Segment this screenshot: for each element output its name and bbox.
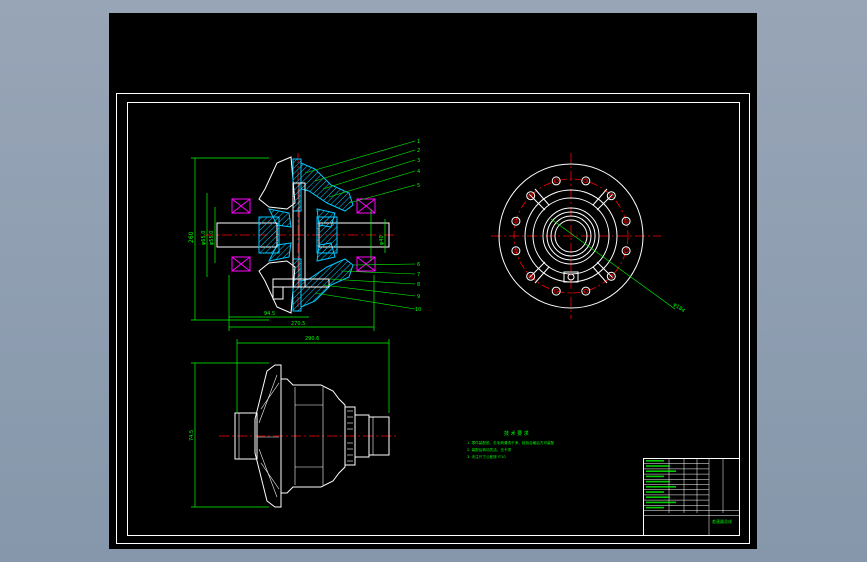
bolt-hole-center bbox=[553, 178, 559, 184]
title-block-entry bbox=[646, 480, 670, 483]
part-number-4: 4 bbox=[417, 169, 420, 175]
part-number-3: 3 bbox=[417, 158, 420, 164]
dim-total-height: 260 bbox=[188, 231, 195, 243]
part-number-2: 2 bbox=[417, 148, 420, 154]
notes-title: 技 术 要 求 bbox=[504, 430, 529, 437]
title-block-entry bbox=[646, 486, 676, 488]
dim-shaft-dia-2: φ55.0 bbox=[209, 231, 215, 245]
title-block-entry bbox=[646, 475, 664, 478]
dim-shaft-dia-1: φ65.0 bbox=[201, 231, 207, 245]
part-number-1: 1 bbox=[417, 139, 420, 145]
part-number-5: 5 bbox=[417, 183, 420, 189]
bolt-hole bbox=[551, 176, 561, 186]
bolt-hole bbox=[581, 286, 591, 296]
title-block-entry bbox=[646, 465, 670, 467]
title-block: 差速器总成 bbox=[643, 458, 740, 536]
dim-front-height: 74.5 bbox=[189, 430, 195, 441]
part-number-8: 8 bbox=[417, 282, 420, 288]
title-block-entry bbox=[646, 501, 676, 504]
title-block-drawing-name: 差速器总成 bbox=[712, 518, 732, 524]
dim-front-width: 290.6 bbox=[305, 336, 319, 342]
part-number-6: 6 bbox=[417, 262, 420, 268]
dim-left-width: 94.5 bbox=[264, 311, 275, 317]
dim-bolt-circle: φ184 bbox=[672, 302, 686, 314]
drawing-canvas[interactable]: 260 φ65.0 φ55.0 φ40 94.5 270.5 1 2 3 4 5… bbox=[109, 13, 757, 549]
dim-shaft-dia-3: φ40 bbox=[379, 235, 385, 245]
part-number-7: 7 bbox=[417, 272, 420, 278]
part-number-10: 10 bbox=[415, 307, 421, 313]
front-view: 290.6 74.5 bbox=[189, 336, 399, 508]
bolt-hole bbox=[621, 246, 631, 256]
title-block-entry bbox=[646, 491, 664, 493]
technical-notes: 技 术 要 求 1. 零件装配前，去毛刺清洗干净，检验合格后方可装配 2. 装配… bbox=[467, 430, 555, 459]
notes-line-1: 1. 零件装配前，去毛刺清洗干净，检验合格后方可装配 bbox=[467, 440, 555, 445]
dim-bottom-width: 270.5 bbox=[291, 321, 305, 327]
bolt-hole bbox=[551, 286, 561, 296]
end-view: φ184 bbox=[491, 153, 686, 319]
notes-line-2: 2. 装配后转动灵活，无卡滞 bbox=[467, 447, 512, 452]
bolt-hole-center bbox=[623, 248, 629, 254]
notes-line-3: 3. 未注尺寸公差按 IT10 bbox=[467, 454, 506, 459]
drawing-svg: 260 φ65.0 φ55.0 φ40 94.5 270.5 1 2 3 4 5… bbox=[116, 93, 750, 544]
part-number-9: 9 bbox=[417, 294, 420, 300]
section-view: 260 φ65.0 φ55.0 φ40 94.5 270.5 1 2 3 4 5… bbox=[188, 139, 421, 331]
cad-viewport[interactable]: 260 φ65.0 φ55.0 φ40 94.5 270.5 1 2 3 4 5… bbox=[0, 0, 867, 562]
title-block-entry bbox=[646, 460, 664, 462]
title-block-entry bbox=[646, 470, 676, 472]
title-block-entry bbox=[646, 506, 664, 509]
title-block-entry bbox=[646, 496, 670, 498]
